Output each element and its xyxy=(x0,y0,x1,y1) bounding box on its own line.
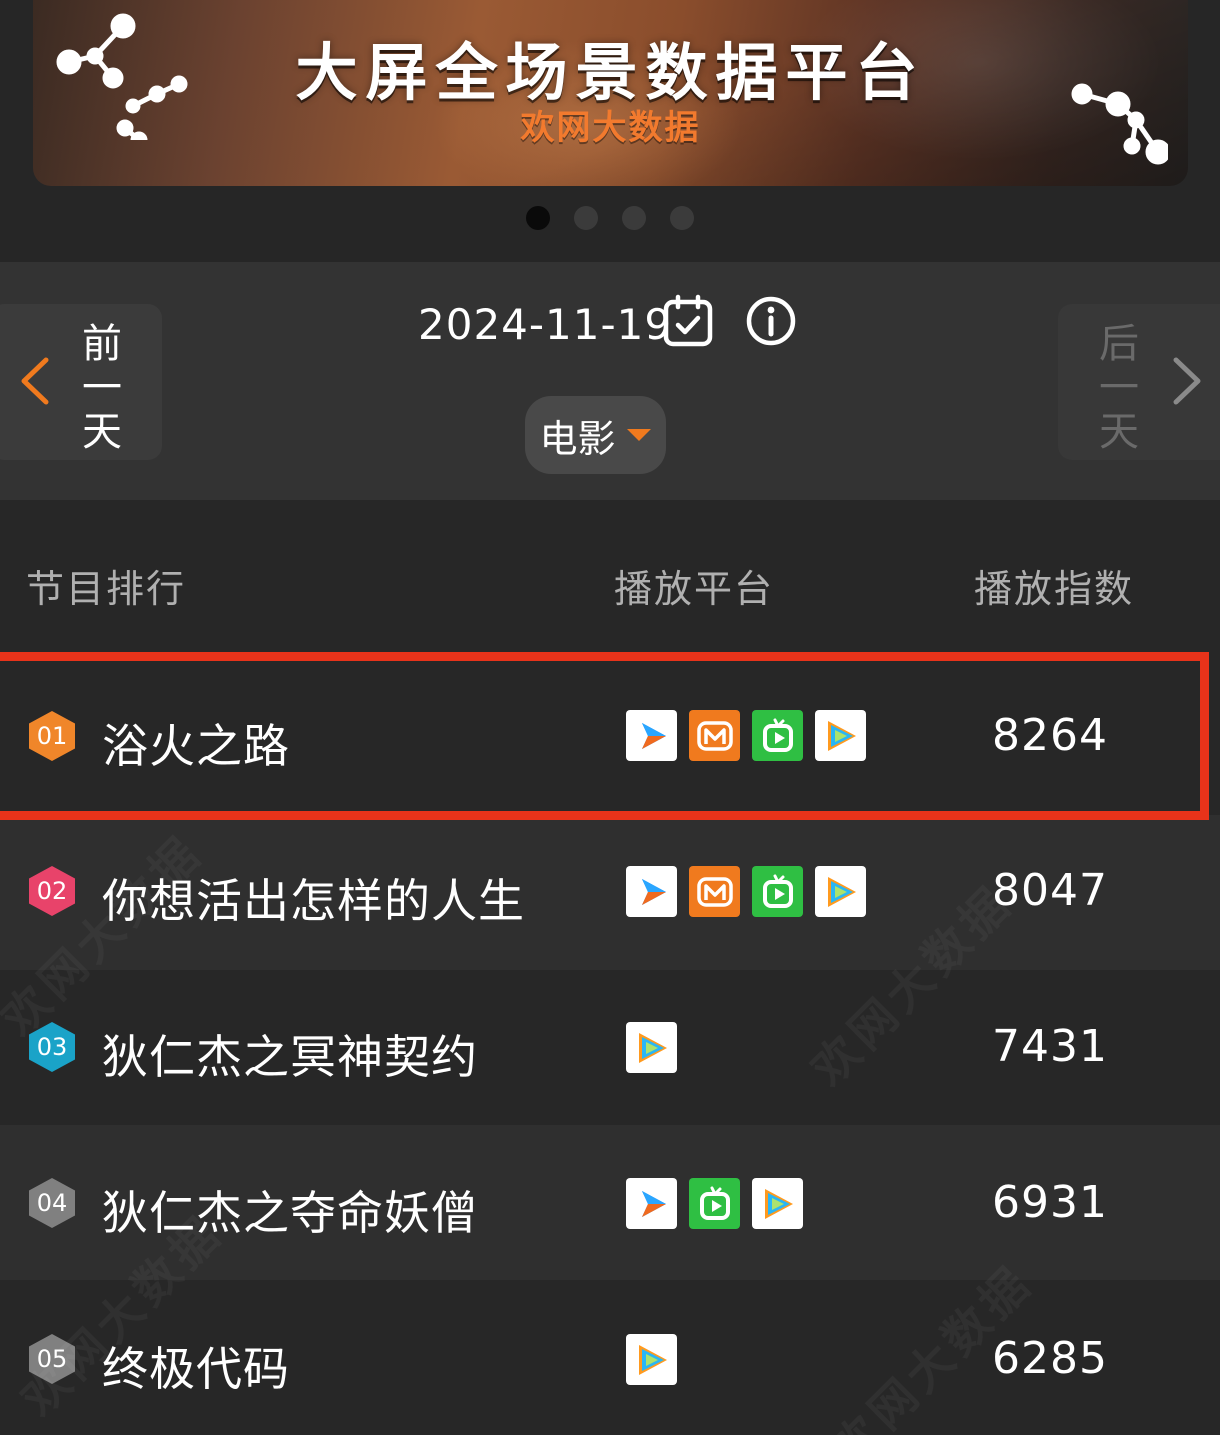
tencent-icon[interactable] xyxy=(815,866,866,917)
play-index: 8264 xyxy=(992,710,1108,761)
current-date[interactable]: 2024-11-19 xyxy=(418,300,672,349)
carousel-dot-4[interactable] xyxy=(670,206,694,230)
next-day-char-1: 后 xyxy=(1099,321,1139,367)
tencent-icon[interactable] xyxy=(815,710,866,761)
mango-icon[interactable] xyxy=(689,710,740,761)
table-row[interactable]: 05 终极代码 6285 xyxy=(0,1280,1220,1435)
header-platform: 播放平台 xyxy=(614,567,775,611)
tencent-icon[interactable] xyxy=(752,1178,803,1229)
calendar-icon[interactable] xyxy=(662,294,714,348)
tencent-icon[interactable] xyxy=(626,1022,677,1073)
iqiyi-icon[interactable] xyxy=(689,1178,740,1229)
info-icon[interactable] xyxy=(746,296,796,346)
chevron-left-icon xyxy=(21,357,49,405)
platform-a-icon[interactable] xyxy=(626,1178,677,1229)
platform-icons xyxy=(626,710,866,761)
platform-icons xyxy=(626,866,866,917)
play-index: 7431 xyxy=(992,1021,1108,1072)
header-index: 播放指数 xyxy=(974,567,1135,611)
carousel-dot-3[interactable] xyxy=(622,206,646,230)
platform-icons xyxy=(626,1178,803,1229)
rank-badge: 02 xyxy=(29,866,75,916)
next-day-char-3: 天 xyxy=(1099,409,1139,455)
prev-day-char-3: 天 xyxy=(82,409,122,455)
table-row[interactable]: 03 狄仁杰之冥神契约 7431 xyxy=(0,970,1220,1126)
program-title: 浴火之路 xyxy=(102,719,290,773)
header-rank: 节目排行 xyxy=(26,567,187,611)
carousel-indicator xyxy=(0,206,1220,230)
banner-title: 大屏全场景数据平台 xyxy=(295,36,926,109)
banner-subtitle: 欢网大数据 xyxy=(520,108,701,148)
iqiyi-icon[interactable] xyxy=(752,710,803,761)
next-day-label: 后 一 天 xyxy=(1094,322,1144,454)
platform-icons xyxy=(626,1022,677,1073)
date-selector: 2024-11-19 xyxy=(0,292,1220,362)
platform-icons xyxy=(626,1334,677,1385)
chevron-right-icon xyxy=(1173,357,1201,405)
carousel-dot-1[interactable] xyxy=(526,206,550,230)
tencent-icon[interactable] xyxy=(626,1334,677,1385)
platform-a-icon[interactable] xyxy=(626,866,677,917)
program-title: 狄仁杰之冥神契约 xyxy=(102,1030,478,1084)
category-label: 电影 xyxy=(539,416,616,461)
mango-icon[interactable] xyxy=(689,866,740,917)
rank-badge: 01 xyxy=(29,711,75,761)
rank-badge: 04 xyxy=(29,1178,75,1228)
promo-banner[interactable]: 大屏全场景数据平台 欢网大数据 xyxy=(33,0,1188,186)
banner-area: 大屏全场景数据平台 欢网大数据 xyxy=(0,0,1220,262)
category-dropdown[interactable]: 电影 xyxy=(525,396,666,474)
next-day-char-2: 一 xyxy=(1099,365,1139,411)
iqiyi-icon[interactable] xyxy=(752,866,803,917)
next-day-button[interactable]: 后 一 天 xyxy=(1058,304,1220,460)
table-header: 节目排行 播放平台 播放指数 xyxy=(0,500,1220,660)
play-index: 6285 xyxy=(992,1333,1108,1384)
caret-down-icon xyxy=(626,429,651,441)
carousel-dot-2[interactable] xyxy=(574,206,598,230)
prev-day-char-2: 一 xyxy=(82,365,122,411)
date-navigation: 前 一 天 2024-11-19 电影 后 一 天 xyxy=(0,262,1220,500)
play-index: 6931 xyxy=(992,1177,1108,1228)
table-row[interactable]: 01 浴火之路 8264 xyxy=(0,660,1220,816)
platform-a-icon[interactable] xyxy=(626,710,677,761)
